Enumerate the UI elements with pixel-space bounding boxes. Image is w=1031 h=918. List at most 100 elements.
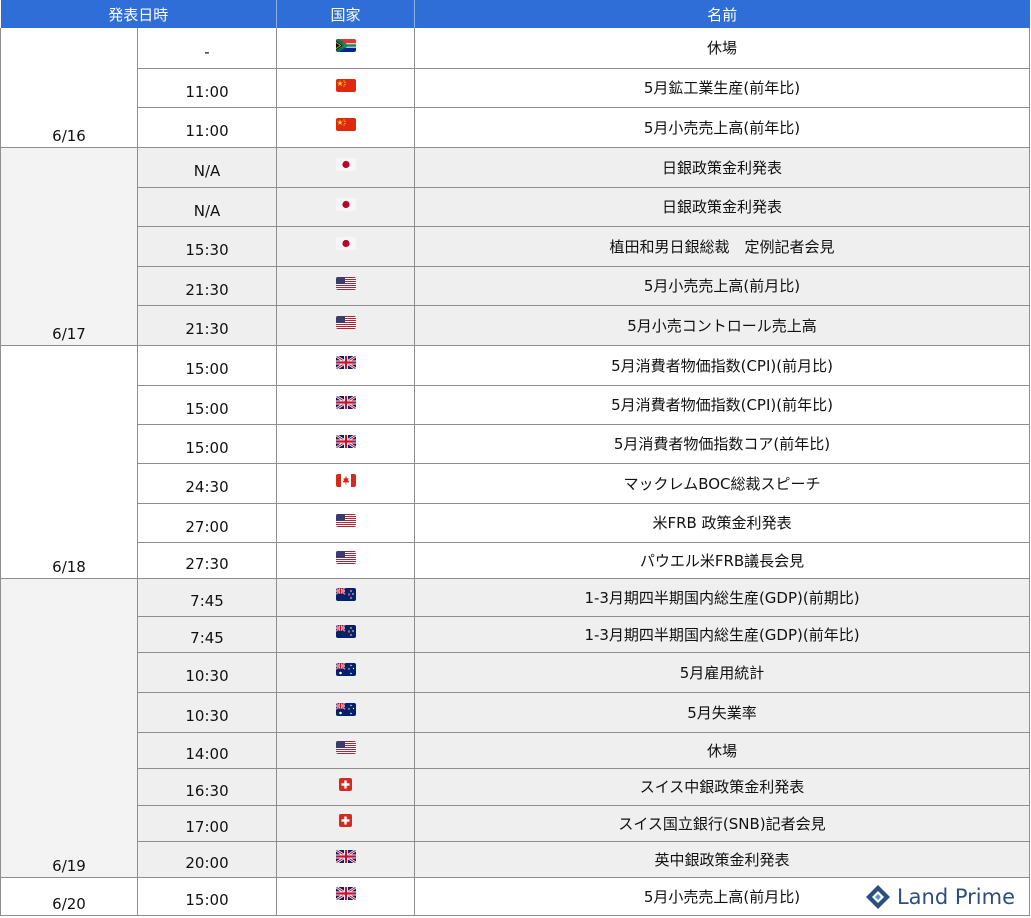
time-cell: N/A [136, 187, 278, 227]
time-cell: 15:00 [136, 385, 278, 425]
table-row: 10:30 5月雇用統計 [1, 652, 1031, 693]
uk-flag-icon [335, 434, 356, 448]
header-date-time: 発表日時 [0, 0, 278, 28]
uk-flag-icon [335, 395, 356, 409]
table-row: 27:00 米FRB 政策金利発表 [1, 503, 1031, 543]
table-row: 6/17 N/A 日銀政策金利発表 [0, 147, 1031, 346]
time-cell: 15:00 [137, 877, 278, 916]
header-country: 国家 [276, 0, 416, 28]
event-name-cell: 日銀政策金利発表 [414, 147, 1031, 188]
country-cell [276, 226, 416, 267]
country-cell [276, 805, 416, 842]
time-cell: 15:00 [136, 424, 278, 464]
table-row: 24:30 マックレムBOC総裁スピーチ [1, 463, 1031, 504]
table-row: N/A 日銀政策金利発表 [1, 187, 1031, 227]
country-cell [276, 463, 416, 504]
time-cell: 7:45 [136, 616, 278, 653]
event-name-cell: パウエル米FRB議長会見 [414, 542, 1031, 579]
table-row: 6/19 7:45 1-3月期四半期国内総生産(GDP)(前期比) [0, 578, 1031, 878]
table-row: 21:30 5月小売コントロール売上高 [1, 305, 1031, 346]
table-row: 6/18 15:00 5月消費者物価指数(CPI)(前月比) [0, 345, 1031, 579]
country-cell [276, 147, 416, 188]
country-cell [276, 385, 416, 425]
event-name-cell: 英中銀政策金利発表 [414, 841, 1031, 878]
table-header: 発表日時 国家 名前 [0, 0, 1030, 28]
table-row: 11:00 5月小売売上高(前年比) [1, 107, 1031, 148]
time-cell: 14:00 [136, 732, 278, 769]
country-cell [276, 652, 416, 693]
time-cell: 27:30 [136, 542, 278, 579]
table-row: 11:00 5月鉱工業生産(前年比) [1, 68, 1031, 108]
jp-flag-icon [335, 237, 356, 250]
event-name-cell: 5月失業率 [414, 692, 1031, 733]
uk-flag-icon [335, 850, 356, 863]
country-cell [276, 542, 416, 579]
time-cell: 10:30 [136, 652, 278, 693]
us-flag-icon [335, 316, 356, 329]
table-row: 14:00 休場 [1, 732, 1031, 769]
time-cell: 7:45 [137, 578, 278, 617]
ca-flag-icon [335, 474, 356, 487]
ch-flag-icon [339, 814, 353, 827]
table-row: 15:30 植田和男日銀総裁 定例記者会見 [1, 226, 1031, 267]
time-cell: 15:30 [136, 226, 278, 267]
cn-flag-icon [335, 118, 356, 131]
day-group: 6/19 7:45 1-3月期四半期国内総生産(GDP)(前期比) 7:45 1-3月期… [0, 578, 1031, 878]
country-cell [276, 266, 416, 306]
time-cell: - [137, 28, 278, 69]
time-cell: 21:30 [136, 305, 278, 346]
event-name-cell: 5月雇用統計 [414, 652, 1031, 693]
uk-flag-icon [335, 356, 356, 369]
event-name-cell: 5月小売売上高(前月比) [414, 266, 1031, 306]
country-cell [276, 692, 416, 733]
time-cell: 10:30 [136, 692, 278, 733]
event-name-cell: マックレムBOC総裁スピーチ [414, 463, 1031, 504]
event-name-cell: 5月消費者物価指数(CPI)(前年比) [414, 385, 1031, 425]
land-prime-logo-icon [865, 885, 890, 909]
au-flag-icon [335, 703, 356, 716]
country-cell [276, 732, 416, 769]
date-cell: 6/20 [0, 877, 138, 916]
event-name-cell: 5月鉱工業生産(前年比) [414, 68, 1031, 108]
date-cell: 6/18 [0, 345, 138, 579]
time-cell: 17:00 [136, 805, 278, 842]
event-name-cell: 日銀政策金利発表 [414, 187, 1031, 227]
country-cell [276, 28, 416, 69]
table-row: 15:00 5月消費者物価指数コア(前年比) [1, 424, 1031, 464]
ch-flag-icon [339, 777, 353, 791]
table-row: 17:00 スイス国立銀行(SNB)記者会見 [1, 805, 1031, 842]
table-row: 20:00 英中銀政策金利発表 [1, 841, 1031, 878]
event-name-cell: 5月小売コントロール売上高 [414, 305, 1031, 346]
table-row: 16:30 スイス中銀政策金利発表 [1, 768, 1031, 806]
us-flag-icon [335, 741, 356, 754]
land-prime-logo: Land Prime [862, 884, 1017, 910]
event-name-cell: 5月消費者物価指数(CPI)(前月比) [414, 345, 1031, 386]
country-cell [276, 107, 416, 148]
us-flag-icon [335, 276, 356, 290]
nz-flag-icon [335, 588, 356, 601]
time-cell: 11:00 [136, 68, 278, 108]
header-name: 名前 [414, 0, 1030, 28]
cn-flag-icon [335, 78, 356, 92]
table-row: 27:30 パウエル米FRB議長会見 [1, 542, 1031, 579]
event-name-cell: 5月消費者物価指数コア(前年比) [414, 424, 1031, 464]
date-cell: 6/19 [0, 578, 138, 878]
day-group: 6/16- 休場 11:00 5月鉱工業生産(前年比) 11:00 5月小売売上高(前年比… [0, 28, 1031, 148]
country-cell [276, 578, 416, 617]
country-cell [276, 503, 416, 543]
country-cell [276, 305, 416, 346]
date-cell: 6/16 [0, 28, 138, 148]
date-cell: 6/17 [0, 147, 138, 346]
jp-flag-icon [335, 158, 356, 171]
economic-calendar-table: 発表日時 国家 名前 6/16- 休場 11:00 5月鉱工業生産(前年比) 11:00… [0, 0, 1031, 916]
country-cell [276, 68, 416, 108]
day-group: 6/18 15:00 5月消費者物価指数(CPI)(前月比) 15:00 5月消費者物価… [0, 345, 1031, 579]
event-name-cell: 米FRB 政策金利発表 [414, 503, 1031, 543]
event-name-cell: スイス中銀政策金利発表 [414, 768, 1031, 806]
time-cell: 16:30 [136, 768, 278, 806]
time-cell: 27:00 [136, 503, 278, 543]
table-row: 7:45 1-3月期四半期国内総生産(GDP)(前年比) [1, 616, 1031, 653]
table-row: 6/16- 休場 [0, 28, 1031, 148]
time-cell: N/A [137, 147, 278, 188]
country-cell [276, 616, 416, 653]
